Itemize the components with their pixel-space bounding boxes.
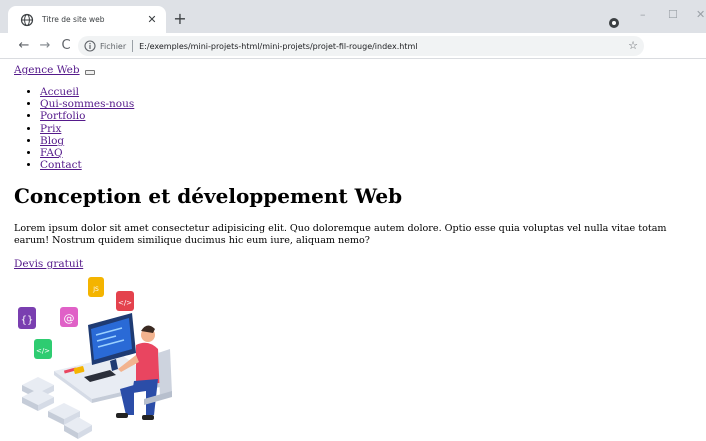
nav-item-prix: Prix <box>40 123 134 135</box>
maximize-button[interactable]: ☐ <box>668 8 678 21</box>
at-tile-icon: @ <box>60 307 78 327</box>
nav-link-blog[interactable]: Blog <box>40 135 64 147</box>
nav-link-qui-sommes-nous[interactable]: Qui-sommes-nous <box>40 98 134 110</box>
nav-item-qui-sommes-nous: Qui-sommes-nous <box>40 98 134 110</box>
svg-text:</>: </> <box>36 347 50 355</box>
globe-icon <box>20 13 34 27</box>
nav-item-blog: Blog <box>40 135 134 147</box>
css-tile-icon: {} <box>18 307 36 329</box>
brand-link[interactable]: Agence Web <box>14 64 80 76</box>
developer-illustration: {} @ JS </> </> <box>18 277 172 439</box>
forward-button[interactable]: → <box>37 38 53 54</box>
tab-strip: Titre de site web ✕ + – ☐ ✕ <box>0 0 706 33</box>
nav-link-portfolio[interactable]: Portfolio <box>40 110 85 122</box>
minimize-button[interactable]: – <box>640 8 646 21</box>
git-tile-icon: </> <box>116 291 134 311</box>
nav-link-contact[interactable]: Contact <box>40 159 82 171</box>
nav-item-portfolio: Portfolio <box>40 110 134 122</box>
page-viewport: Agence Web Accueil Qui-sommes-nous Portf… <box>0 60 706 441</box>
info-icon[interactable] <box>84 40 96 52</box>
svg-text:</>: </> <box>118 299 132 307</box>
svg-text:JS: JS <box>92 286 99 293</box>
html-tile-icon: </> <box>34 339 52 359</box>
page-title: Conception et développement Web <box>14 184 403 208</box>
svg-text:{}: {} <box>21 315 34 326</box>
address-bar[interactable]: Fichier E:/exemples/mini-projets-html/mi… <box>78 36 644 56</box>
tab-title: Titre de site web <box>42 15 105 24</box>
url-text[interactable]: E:/exemples/mini-projets-html/mini-proje… <box>139 42 417 51</box>
omnibox-divider <box>132 40 134 52</box>
nav-item-contact: Contact <box>40 159 134 171</box>
svg-text:@: @ <box>64 312 75 325</box>
window-close-button[interactable]: ✕ <box>696 8 705 21</box>
security-label: Fichier <box>100 41 127 51</box>
menu-toggle-button[interactable] <box>84 70 95 75</box>
js-tile-icon: JS <box>88 277 104 297</box>
main-nav: Accueil Qui-sommes-nous Portfolio Prix B… <box>40 86 134 171</box>
bookmark-star-icon[interactable]: ☆ <box>628 39 638 52</box>
nav-link-faq[interactable]: FAQ <box>40 147 63 159</box>
nav-item-faq: FAQ <box>40 147 134 159</box>
close-tab-icon[interactable]: ✕ <box>144 12 160 28</box>
browser-toolbar: ← → C Fichier E:/exemples/mini-projets-h… <box>0 33 706 90</box>
reload-button[interactable]: C <box>58 38 74 54</box>
hero-paragraph: Lorem ipsum dolor sit amet consectetur a… <box>14 223 667 246</box>
new-tab-button[interactable]: + <box>172 11 188 28</box>
brand-line: Agence Web <box>14 64 95 76</box>
media-record-icon[interactable] <box>608 14 620 28</box>
nav-item-accueil: Accueil <box>40 86 134 98</box>
nav-link-accueil[interactable]: Accueil <box>40 86 79 98</box>
free-quote-link[interactable]: Devis gratuit <box>14 258 83 270</box>
nav-link-prix[interactable]: Prix <box>40 123 61 135</box>
browser-tab[interactable]: Titre de site web ✕ <box>8 6 166 33</box>
back-button[interactable]: ← <box>16 38 32 54</box>
